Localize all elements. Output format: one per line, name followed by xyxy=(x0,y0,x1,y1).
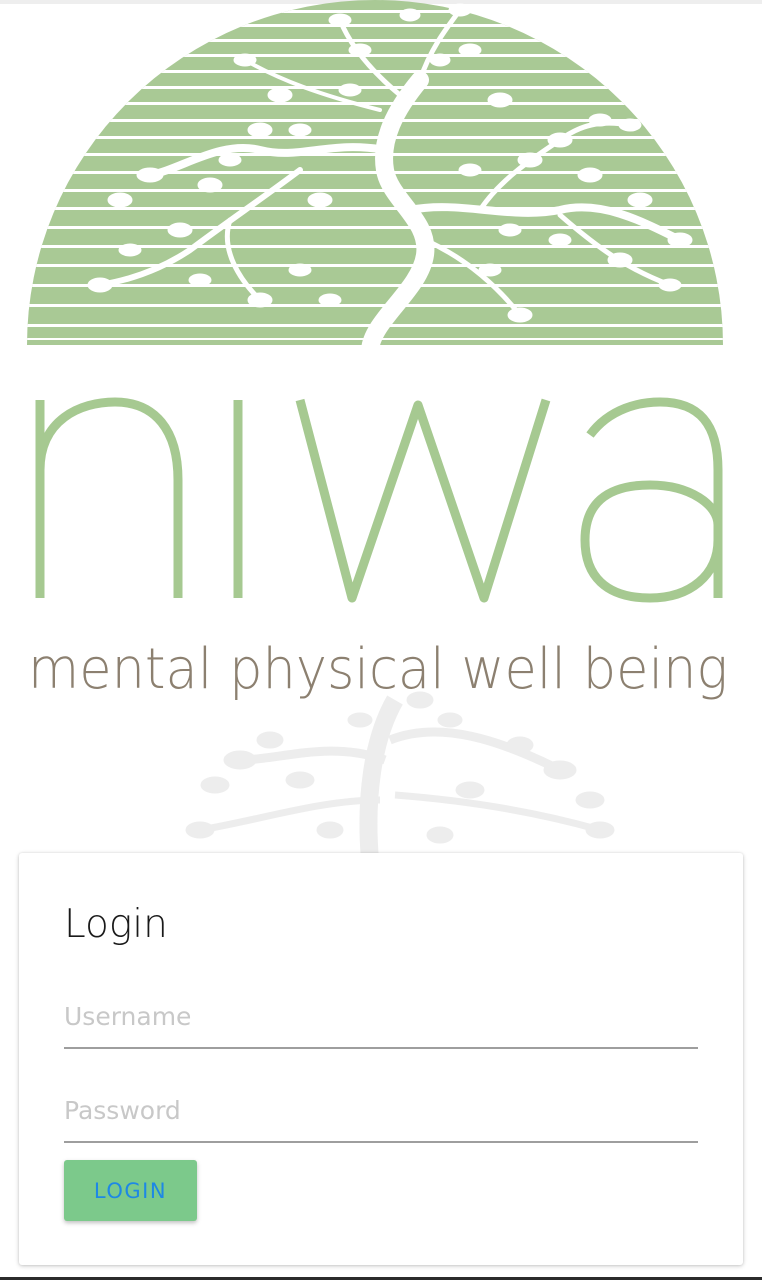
niwa-wordmark xyxy=(35,397,723,603)
username-input[interactable] xyxy=(64,987,698,1045)
niwa-logo: mental physical well being xyxy=(27,0,728,860)
tree-watermark xyxy=(185,691,615,860)
login-title: Login xyxy=(64,902,168,947)
username-underline xyxy=(64,1047,698,1049)
tagline: mental physical well being xyxy=(28,637,728,702)
login-button[interactable]: LOGIN xyxy=(64,1160,197,1221)
password-input[interactable] xyxy=(64,1081,698,1139)
username-field xyxy=(64,987,698,1049)
login-screen: mental physical well being Login LOGIN xyxy=(0,0,762,1280)
login-card: Login LOGIN xyxy=(19,853,743,1265)
password-underline xyxy=(64,1141,698,1143)
password-field xyxy=(64,1081,698,1143)
